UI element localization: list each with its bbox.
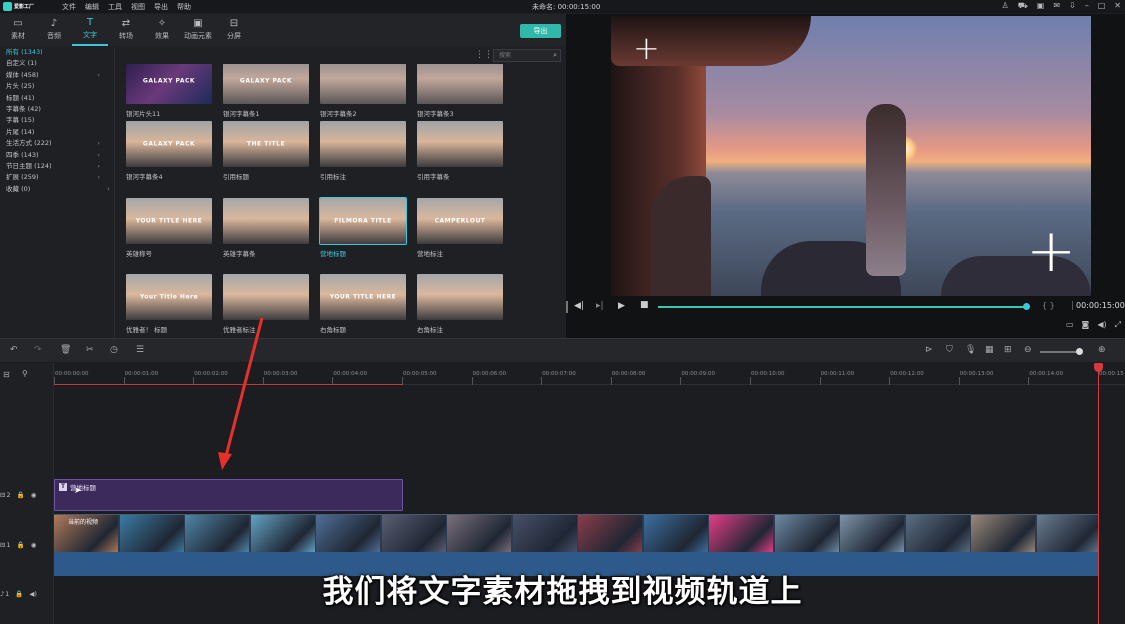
editor-window: 爱影工厂 文件 编辑 工具 视图 导出 帮助 未命名: 00:00:15:00 … bbox=[0, 0, 1125, 624]
drag-arrow-annotation bbox=[218, 317, 264, 470]
caption-subtitle: 我们将文字素材拖拽到视频轨道上 bbox=[322, 574, 803, 610]
